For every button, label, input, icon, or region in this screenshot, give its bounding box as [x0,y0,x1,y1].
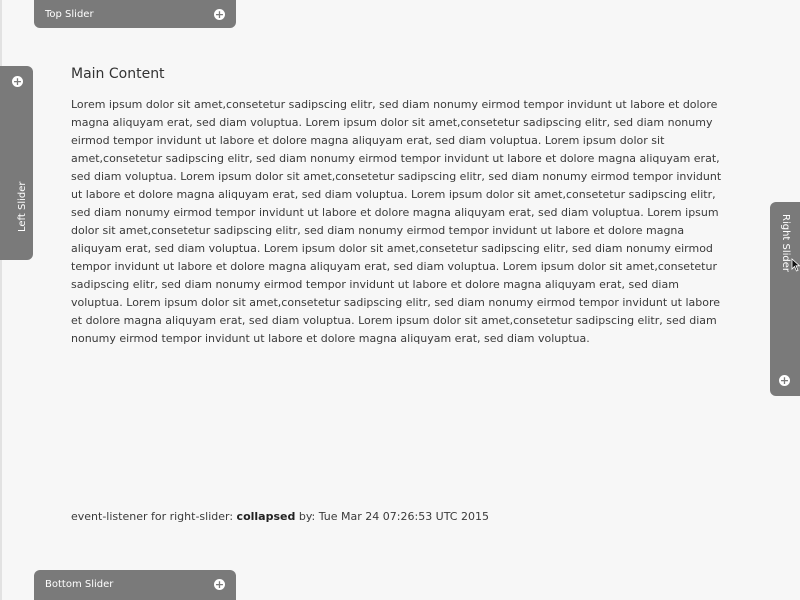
bottom-slider-tab[interactable]: Bottom Slider + [34,570,236,600]
left-slider-label: Left Slider [17,181,28,232]
main-content-title: Main Content [71,66,165,82]
arrow-cursor-icon [791,258,800,272]
event-suffix: by: Tue Mar 24 07:26:53 UTC 2015 [298,510,489,523]
event-listener-status: event-listener for right-slider: collaps… [71,510,489,523]
top-slider-label: Top Slider [45,9,94,20]
right-slider-label: Right Slider [780,214,791,273]
plus-circle-icon[interactable]: + [214,579,225,590]
main-content-text: Lorem ipsum dolor sit amet,consetetur sa… [71,98,722,345]
plus-circle-icon[interactable]: + [779,375,790,386]
plus-circle-icon[interactable]: + [12,76,23,87]
left-slider-tab[interactable]: + Left Slider [0,66,33,260]
right-slider-tab[interactable]: Right Slider + [770,202,800,396]
bottom-slider-label: Bottom Slider [45,579,114,590]
top-slider-tab[interactable]: Top Slider + [34,0,236,28]
event-state: collapsed [236,510,296,523]
plus-circle-icon[interactable]: + [214,9,225,20]
event-prefix: event-listener for right-slider: [71,510,234,523]
